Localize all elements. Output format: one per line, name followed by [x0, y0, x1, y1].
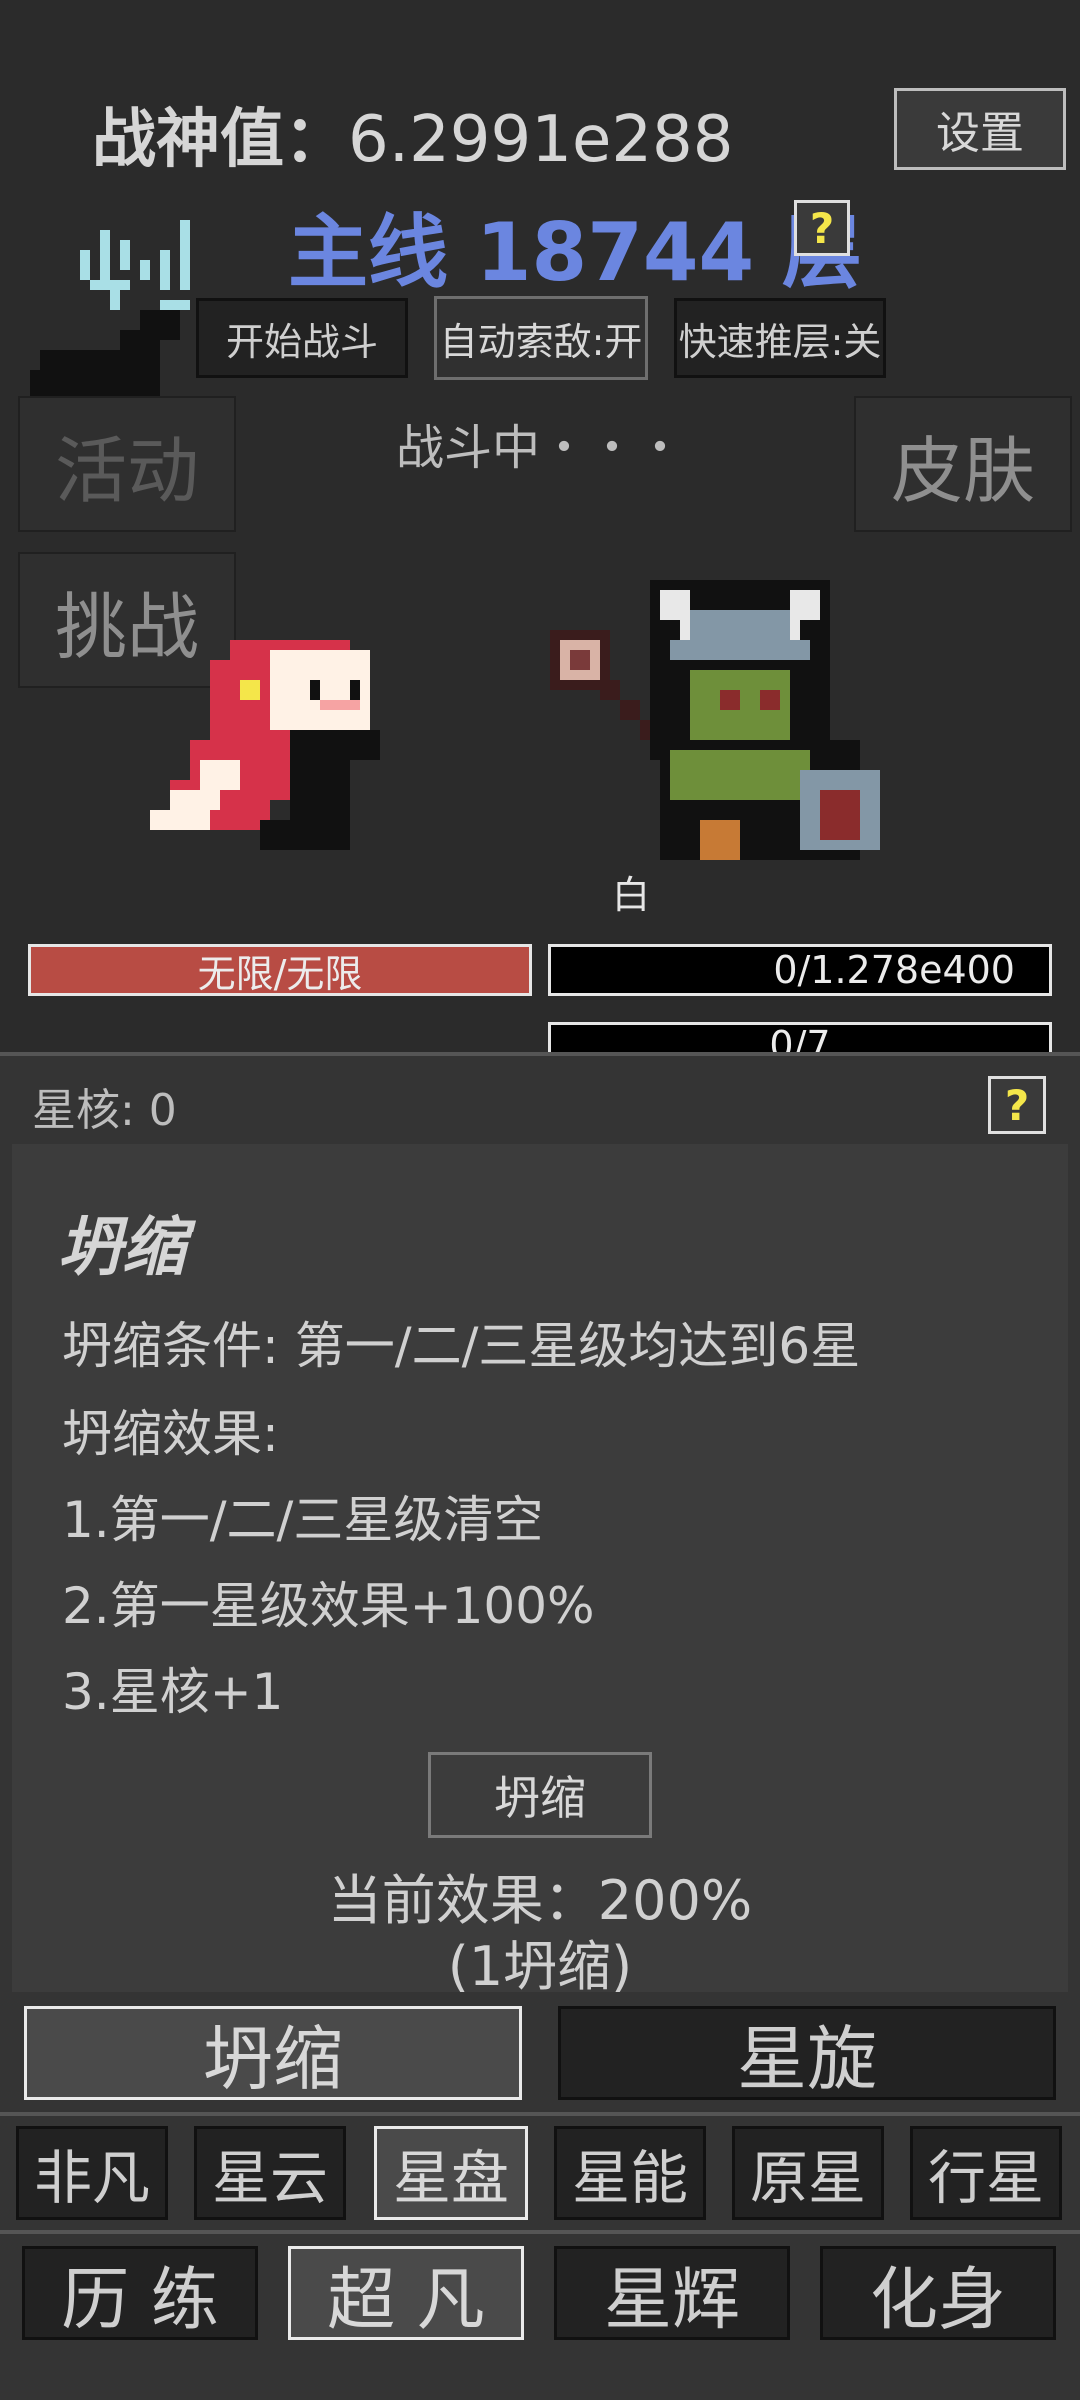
collapse-count-text: (1坍缩) [447, 1935, 633, 1998]
fast-push-toggle[interactable]: 快速推层:关 [674, 298, 886, 378]
collapse-action-button[interactable]: 坍缩 [428, 1752, 652, 1838]
tab-planet[interactable]: 行星 [910, 2126, 1062, 2220]
enemy-sprite [550, 580, 880, 860]
tab-extraordinary[interactable]: 非凡 [16, 2126, 168, 2220]
tab-collapse[interactable]: 坍缩 [24, 2006, 522, 2100]
collapse-condition: 坍缩条件: 第一/二/三星级均达到6星 [62, 1317, 861, 1375]
level-number: 18744 [475, 206, 755, 299]
auto-search-toggle[interactable]: 自动索敌:开 [434, 296, 648, 380]
enemy-hp-text: 0/1.278e400 [773, 948, 1015, 992]
star-core-label: 星核: 0 [32, 1085, 177, 1136]
divider-1 [0, 2112, 1080, 2116]
collapse-effect-1: 1.第一/二/三星级清空 [62, 1491, 544, 1549]
start-battle-button[interactable]: 开始战斗 [196, 298, 408, 378]
war-god-value: 6.2991e288 [348, 103, 734, 177]
collapse-title: 坍缩 [58, 1211, 186, 1285]
collapse-effect-2: 2.第一星级效果+100% [62, 1577, 595, 1635]
tab-nebula[interactable]: 星云 [194, 2126, 346, 2220]
main-line-label: 主线 [288, 206, 448, 299]
battle-status-text: 战斗中・・・ [396, 420, 685, 476]
panel-help-button[interactable]: ? [988, 1076, 1046, 1134]
nav-star-glow[interactable]: 星辉 [554, 2246, 790, 2340]
enemy-secondary-bar: 0/7 [548, 1022, 1052, 1056]
divider-2 [0, 2230, 1080, 2234]
player-sprite [150, 640, 380, 850]
player-hp-bar: 无限/无限 [28, 944, 532, 996]
nav-training[interactable]: 历 练 [22, 2246, 258, 2340]
nav-avatar[interactable]: 化身 [820, 2246, 1056, 2340]
nav-transcend[interactable]: 超 凡 [288, 2246, 524, 2340]
player-hp-text: 无限/无限 [197, 951, 363, 996]
tab-proto-star[interactable]: 原星 [732, 2126, 884, 2220]
event-button[interactable]: 活动 [18, 396, 236, 532]
war-god-label: 战神值： [92, 103, 348, 177]
settings-button[interactable]: 设置 [894, 88, 1066, 170]
collapse-effect-label: 坍缩效果: [62, 1405, 279, 1463]
enemy-name: 白 [612, 873, 651, 917]
enemy-hp-bar: 0/1.278e400 [548, 944, 1052, 996]
level-help-button[interactable]: ? [794, 200, 850, 256]
war-god-display: 战神值：6.2991e288 [92, 88, 733, 180]
collapse-effect-3: 3.星核+1 [62, 1663, 284, 1721]
tab-star-disk[interactable]: 星盘 [374, 2126, 528, 2220]
tab-star-energy[interactable]: 星能 [554, 2126, 706, 2220]
tab-star-spin[interactable]: 星旋 [558, 2006, 1056, 2100]
main-line-level: 主线 18744 层 [288, 188, 862, 304]
skin-button[interactable]: 皮肤 [854, 396, 1072, 532]
